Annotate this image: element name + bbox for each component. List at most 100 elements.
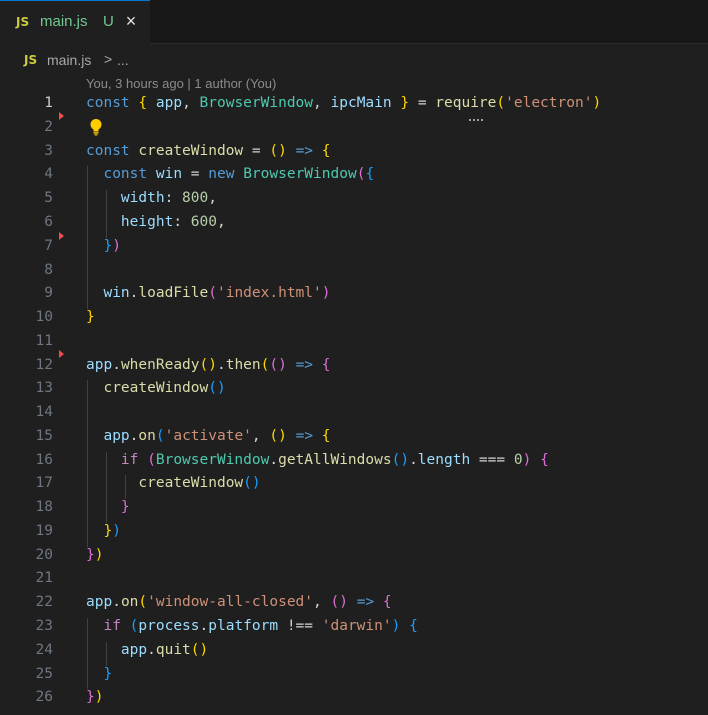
code-line-1[interactable]: const { app, BrowserWindow, ipcMain } = … [86, 95, 601, 111]
identifier: app [86, 357, 113, 373]
paren: () [269, 143, 287, 159]
dirty-diff-marker[interactable] [59, 232, 64, 240]
tab-filename: main.js [40, 13, 88, 30]
keyword: const [86, 143, 130, 159]
arrow: => [295, 143, 314, 159]
brace: } [103, 238, 113, 254]
property: height [120, 214, 174, 230]
code-line-24[interactable]: app.quit() [86, 642, 208, 658]
brace: } [103, 666, 113, 682]
keyword: const [86, 95, 130, 111]
code-line-19[interactable]: }) [86, 523, 120, 539]
keyword: const [103, 166, 148, 182]
line-number: 16 [35, 452, 53, 468]
paren: ( [155, 428, 165, 444]
paren: ) [112, 238, 121, 254]
paren: () [269, 428, 287, 444]
tab-main-js[interactable]: JS main.js U × [0, 0, 150, 44]
punctuation: , [208, 190, 217, 206]
line-number: 10 [35, 309, 53, 325]
identifier: app [86, 594, 113, 610]
brace: { [365, 166, 375, 182]
string-literal: 'index.html' [216, 285, 322, 301]
punctuation: , [251, 428, 261, 444]
brace: { [321, 143, 331, 159]
paren: ) [522, 452, 532, 468]
function-call: createWindow [103, 380, 209, 396]
code-line-15[interactable]: app.on('activate', () => { [86, 428, 331, 444]
code-line-13[interactable]: createWindow() [86, 380, 225, 396]
paren: ( [147, 452, 156, 468]
close-icon[interactable]: × [122, 11, 140, 31]
lightbulb-icon[interactable] [89, 118, 103, 136]
paren: ) [391, 618, 401, 634]
code-line-26[interactable]: }) [86, 689, 103, 705]
breadcrumb-symbols[interactable]: ... [117, 52, 129, 68]
javascript-file-icon: JS [24, 53, 38, 67]
function-call: then [225, 357, 261, 373]
untracked-status-badge: U [103, 13, 114, 30]
punctuation: , [313, 95, 322, 111]
code-line-22[interactable]: app.on('window-all-closed', () => { [86, 594, 392, 610]
breadcrumb-file[interactable]: main.js [47, 52, 91, 68]
line-number: 23 [35, 618, 53, 634]
brace: } [86, 689, 95, 705]
identifier: app [103, 428, 130, 444]
brace: { [540, 452, 549, 468]
code-line-18[interactable]: } [86, 499, 130, 515]
brace: } [120, 499, 130, 515]
punctuation: . [199, 618, 209, 634]
property: width [120, 190, 165, 206]
brace: { [138, 95, 148, 111]
git-blame-codelens[interactable]: You, 3 hours ago | 1 author (You) [86, 76, 276, 91]
code-line-17[interactable]: createWindow() [86, 475, 260, 491]
number-literal: 800 [182, 190, 209, 206]
number-literal: 0 [513, 452, 523, 468]
code-line-9[interactable]: win.loadFile('index.html') [86, 285, 330, 301]
line-number: 5 [44, 190, 53, 206]
line-number: 24 [35, 642, 53, 658]
line-number: 26 [35, 689, 53, 705]
brace: { [321, 428, 331, 444]
punctuation: : [164, 190, 174, 206]
property: length [417, 452, 471, 468]
paren: ) [321, 285, 331, 301]
string-literal: 'darwin' [321, 618, 392, 634]
punctuation: . [409, 452, 418, 468]
breadcrumb: JS main.js > ... [0, 46, 708, 74]
code-line-5[interactable]: width: 800, [86, 190, 217, 206]
line-number: 8 [44, 262, 53, 278]
code-line-10[interactable]: } [86, 309, 95, 325]
code-line-6[interactable]: height: 600, [86, 214, 226, 230]
identifier: win [103, 285, 130, 301]
function-call: loadFile [138, 285, 209, 301]
code-line-20[interactable]: }) [86, 547, 103, 563]
code-line-23[interactable]: if (process.platform !== 'darwin') { [86, 618, 417, 634]
paren: () [330, 594, 348, 610]
line-number: 18 [35, 499, 53, 515]
identifier: process [138, 618, 200, 634]
paren: ) [94, 689, 104, 705]
code-line-12[interactable]: app.whenReady().then(() => { [86, 357, 331, 373]
function-call: require [435, 95, 497, 111]
paren: () [190, 642, 209, 658]
code-line-4[interactable]: const win = new BrowserWindow({ [86, 166, 374, 182]
code-line-7[interactable]: }) [86, 238, 121, 254]
line-number: 1 [44, 95, 53, 111]
punctuation: . [216, 357, 226, 373]
hint-squiggle[interactable] [469, 116, 483, 121]
brace: { [321, 357, 331, 373]
brace: } [400, 95, 410, 111]
code-line-25[interactable]: } [86, 666, 112, 682]
keyword: if [103, 618, 121, 634]
code-line-3[interactable]: const createWindow = () => { [86, 143, 331, 159]
function-name: createWindow [138, 143, 244, 159]
identifier: ipcMain [330, 95, 392, 111]
line-number: 14 [35, 404, 53, 420]
operator: === [478, 452, 506, 468]
dirty-diff-marker[interactable] [59, 350, 64, 358]
code-line-16[interactable]: if (BrowserWindow.getAllWindows().length… [86, 452, 549, 468]
line-number: 12 [35, 357, 53, 373]
dirty-diff-marker[interactable] [59, 112, 64, 120]
punctuation: . [269, 452, 279, 468]
